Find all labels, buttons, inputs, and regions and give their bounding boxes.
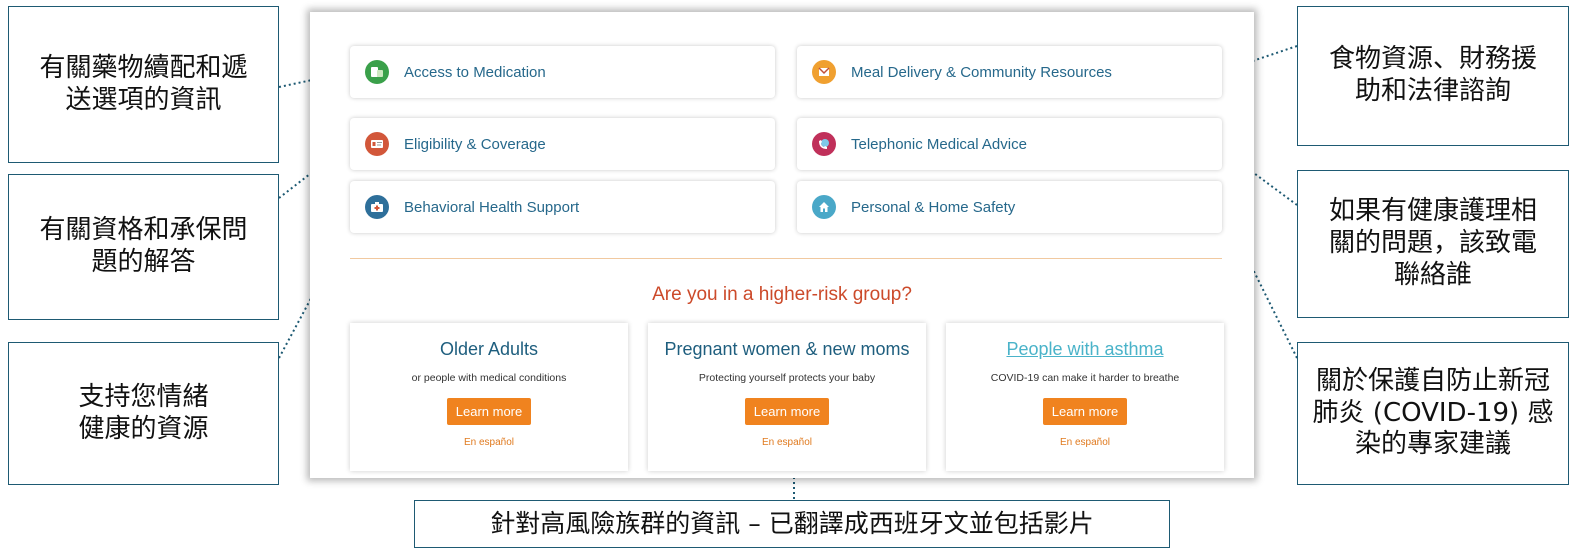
card-subtitle: Protecting yourself protects your baby (698, 372, 876, 384)
callout-medication-text: 有關藥物續配和遞送選項的資訊 (39, 52, 248, 115)
callout-high-risk: 針對高風險族群的資訊 – 已翻譯成西班牙文並包括影片 (414, 500, 1170, 548)
callout-medication: 有關藥物續配和遞送選項的資訊 (8, 6, 279, 163)
risk-group-heading: Are you in a higher-risk group? (652, 284, 912, 305)
section-divider (350, 258, 1222, 259)
callout-covid-text: 關於保護自防止新冠肺炎 (COVID-19) 感染的專家建議 (1312, 365, 1554, 460)
callout-health-questions: 如果有健康護理相關的問題，該致電聯絡誰 (1297, 170, 1569, 318)
card-asthma: People with asthma COVID-19 can make it … (946, 323, 1224, 471)
card-title[interactable]: Older Adults (350, 339, 628, 360)
callout-eligibility: 有關資格和承保問題的解答 (8, 174, 279, 320)
callout-food-financial-text: 食物資源、財務援助和法律諮詢 (1328, 44, 1537, 106)
id-card-icon (365, 132, 389, 156)
callout-emotional: 支持您情緒健康的資源 (8, 342, 279, 485)
phone-icon (812, 132, 836, 156)
learn-more-button[interactable]: Learn more (446, 398, 532, 425)
tile-label: Behavioral Health Support (404, 198, 580, 216)
tile-eligibility-coverage[interactable]: Eligibility & Coverage (350, 118, 775, 170)
tile-telephonic-advice[interactable]: Telephonic Medical Advice (797, 118, 1222, 170)
tile-label: Access to Medication (404, 63, 546, 81)
tile-label: Eligibility & Coverage (404, 135, 546, 153)
first-aid-kit-icon (365, 195, 389, 219)
tile-meal-delivery[interactable]: Meal Delivery & Community Resources (797, 46, 1222, 98)
card-subtitle: COVID-19 can make it harder to breathe (990, 372, 1180, 384)
en-espanol-link[interactable]: En español (648, 437, 926, 448)
card-title[interactable]: Pregnant women & new moms (648, 339, 926, 360)
learn-more-button[interactable]: Learn more (1042, 398, 1128, 425)
en-espanol-link[interactable]: En español (350, 437, 628, 448)
callout-emotional-text: 支持您情緒健康的資源 (78, 381, 209, 444)
tile-access-to-medication[interactable]: Access to Medication (350, 46, 775, 98)
callout-eligibility-text: 有關資格和承保問題的解答 (39, 215, 248, 277)
callout-health-questions-text: 如果有健康護理相關的問題，該致電聯絡誰 (1328, 196, 1537, 290)
card-older-adults: Older Adults or people with medical cond… (350, 323, 628, 471)
en-espanol-link[interactable]: En español (946, 437, 1224, 448)
tile-label: Telephonic Medical Advice (851, 135, 1027, 153)
callout-high-risk-text: 針對高風險族群的資訊 – 已翻譯成西班牙文並包括影片 (490, 508, 1094, 538)
tile-label: Meal Delivery & Community Resources (851, 63, 1112, 81)
learn-more-button[interactable]: Learn more (744, 398, 830, 425)
tile-label: Personal & Home Safety (851, 198, 1016, 216)
callout-covid: 關於保護自防止新冠肺炎 (COVID-19) 感染的專家建議 (1297, 342, 1569, 485)
tile-behavioral-health[interactable]: Behavioral Health Support (350, 181, 775, 233)
website-screenshot: Access to Medication Meal Delivery & Com… (310, 12, 1254, 478)
card-pregnant-women: Pregnant women & new moms Protecting you… (648, 323, 926, 471)
callout-food-financial: 食物資源、財務援助和法律諮詢 (1297, 6, 1569, 146)
tile-home-safety[interactable]: Personal & Home Safety (797, 181, 1222, 233)
medication-icon (365, 60, 389, 84)
meal-delivery-icon (812, 60, 836, 84)
home-icon (812, 195, 836, 219)
card-subtitle: or people with medical conditions (411, 372, 567, 384)
card-title[interactable]: People with asthma (946, 339, 1224, 360)
